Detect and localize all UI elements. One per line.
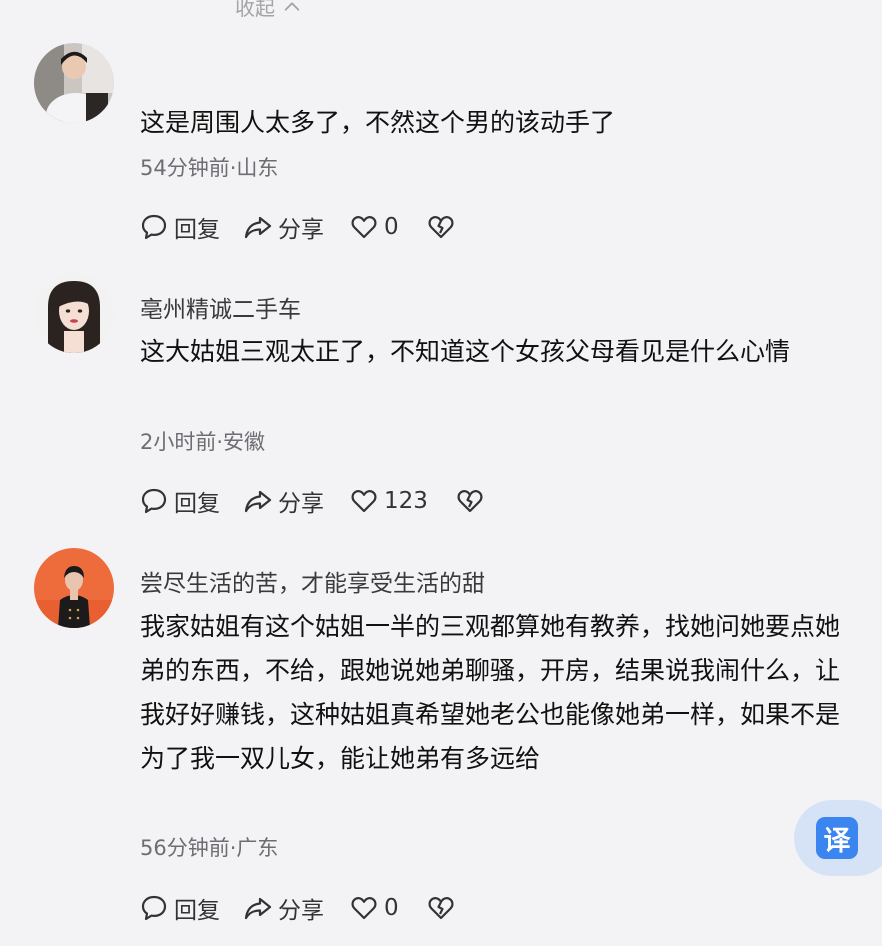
translate-icon: 译	[816, 817, 858, 859]
reply-label: 回复	[174, 217, 220, 243]
like-button[interactable]: 123	[350, 487, 428, 515]
share-icon	[244, 897, 272, 920]
reply-icon	[141, 214, 167, 240]
like-button[interactable]: 0	[350, 213, 399, 241]
share-button[interactable]: 分享	[244, 484, 324, 518]
reply-label: 回复	[174, 491, 220, 517]
comment-username[interactable]: 亳州精诚二手车	[140, 290, 301, 324]
dislike-button[interactable]	[456, 487, 484, 515]
share-button[interactable]: 分享	[244, 210, 324, 244]
share-label: 分享	[278, 898, 324, 924]
dislike-button[interactable]	[427, 894, 455, 922]
comment-meta: 2小时前·安徽	[140, 430, 266, 454]
reply-button[interactable]: 回复	[140, 891, 220, 925]
avatar[interactable]	[34, 548, 114, 628]
reply-button[interactable]: 回复	[140, 484, 220, 518]
comment-actions: 回复 分享 123	[140, 484, 484, 518]
comment-text: 这是周围人太多了，不然这个男的该动手了	[140, 108, 616, 137]
heart-icon	[351, 897, 377, 920]
comment-actions: 回复 分享 0	[140, 891, 455, 925]
avatar[interactable]	[34, 43, 114, 123]
collapse-label: 收起	[235, 0, 275, 20]
comment-meta: 56分钟前·广东	[140, 836, 279, 860]
share-label: 分享	[278, 217, 324, 243]
collapse-replies-link[interactable]: 收起	[235, 0, 303, 21]
chevron-up-icon	[284, 1, 300, 11]
dislike-button[interactable]	[427, 213, 455, 241]
reply-label: 回复	[174, 898, 220, 924]
broken-heart-icon	[428, 897, 454, 920]
heart-icon	[351, 216, 377, 239]
broken-heart-icon	[428, 216, 454, 239]
reply-icon	[141, 488, 167, 514]
like-count: 0	[384, 214, 399, 240]
comment-text: 我家姑姐有这个姑姐一半的三观都算她有教养，找她问她要点她弟的东西，不给，跟她说她…	[140, 612, 841, 773]
translate-button[interactable]: 译	[794, 800, 882, 876]
avatar[interactable]	[34, 273, 114, 353]
heart-icon	[351, 490, 377, 513]
share-label: 分享	[278, 491, 324, 517]
comment-username[interactable]: 尝尽生活的苦，才能享受生活的甜	[140, 564, 485, 598]
share-icon	[244, 490, 272, 513]
like-count: 0	[384, 895, 399, 921]
like-count: 123	[384, 488, 428, 514]
broken-heart-icon	[457, 490, 483, 513]
comment-actions: 回复 分享 0	[140, 210, 455, 244]
share-button[interactable]: 分享	[244, 891, 324, 925]
reply-icon	[141, 895, 167, 921]
share-icon	[244, 216, 272, 239]
comment-meta: 54分钟前·山东	[140, 156, 279, 180]
like-button[interactable]: 0	[350, 894, 399, 922]
comment-text: 这大姑姐三观太正了，不知道这个女孩父母看见是什么心情	[140, 337, 791, 366]
reply-button[interactable]: 回复	[140, 210, 220, 244]
